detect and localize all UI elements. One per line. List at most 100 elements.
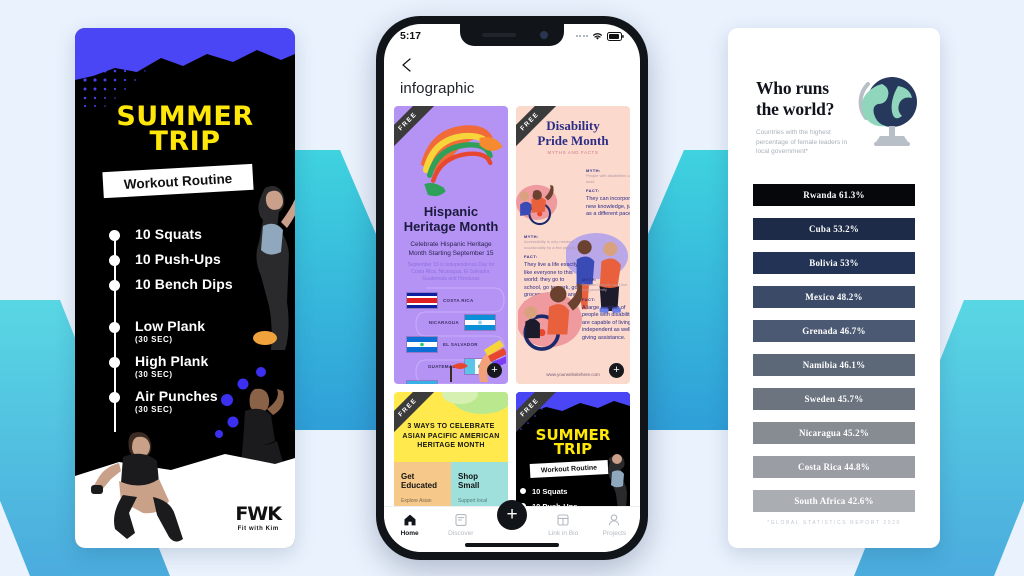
chart-footnote: *GLOBAL STATISTICS REPORT 2020 xyxy=(767,520,901,526)
page-title: infographic xyxy=(400,80,475,97)
tab-label: Home xyxy=(400,530,419,537)
wifi-icon xyxy=(593,32,602,40)
bar-row: Bolivia 53% xyxy=(753,252,915,274)
exercise-item: 10 Squats xyxy=(109,226,289,242)
timeline-dot xyxy=(109,280,120,291)
bar-row: Namibia 46.1% xyxy=(753,354,915,376)
tab-label: Discover xyxy=(448,530,474,537)
timeline-dot xyxy=(109,322,120,333)
exercise-label: Low Plank xyxy=(135,318,206,334)
tab-home[interactable]: Home xyxy=(384,513,435,537)
logo-subtitle: Fit with Kim xyxy=(237,526,279,532)
card-title: 3 WAYS TO CELEBRATE ASIAN PACIFIC AMERIC… xyxy=(402,423,500,449)
fact-text: They can incorporate new knowledge, just… xyxy=(586,196,630,217)
template-card-asian-pacific-heritage[interactable]: FREE 3 WAYS TO CELEBRATE ASIAN PACIFIC A… xyxy=(394,392,508,506)
exercise-label: 10 Bench Dips xyxy=(135,276,233,292)
card-title-line2: Heritage Month xyxy=(403,219,499,234)
fact-label: FACT: xyxy=(524,254,538,259)
bar-row: Grenada 46.7% xyxy=(753,320,915,342)
bar-chart: Rwanda 61.3% Cuba 53.2% Bolivia 53% Mexi… xyxy=(753,184,915,524)
projects-icon xyxy=(609,514,620,526)
battery-icon xyxy=(607,31,624,41)
bar-row: South Africa 42.6% xyxy=(753,490,915,512)
exercise-item: 10 Squats xyxy=(520,487,568,496)
panel-heading: Get Educated xyxy=(401,472,437,490)
tab-link-in-bio[interactable]: Link in Bio xyxy=(538,513,589,537)
brand-logo: FWK Fit with Kim xyxy=(235,503,282,532)
exercise-label: 10 Squats xyxy=(135,226,203,242)
fact-text: A large number of people with disabiliti… xyxy=(582,304,630,341)
back-chevron-icon[interactable] xyxy=(398,56,416,74)
discover-icon xyxy=(455,514,467,526)
myth-fact-block: MYTH: People with disabilities can't wor… xyxy=(586,168,630,219)
card-subtitle: MYTHS AND FACTS xyxy=(547,150,599,155)
panel-heading: Shop Small xyxy=(458,472,479,490)
bar-row: Costa Rica 44.8% xyxy=(753,456,915,478)
athlete-photo xyxy=(608,454,627,506)
exercise-item: Low Plank (30 SEC) xyxy=(109,318,289,344)
phone-screen[interactable]: 5:17 infographic FREE Hispanic Heritage … xyxy=(384,24,640,552)
myth-fact-block: MYTH: Disabled people can't live indepen… xyxy=(582,277,630,343)
myth-text: People with disabilities can't work xyxy=(586,173,630,184)
exercise-item: 10 Push-Ups xyxy=(109,251,289,267)
poster-badge: Workout Routine xyxy=(102,163,254,199)
poster-title-line2: TRIP xyxy=(149,126,221,157)
exercise-item: 10 Bench Dips xyxy=(109,276,289,292)
bar-row: Nicaragua 45.2% xyxy=(753,422,915,444)
panel-shop-small: Shop Small Support local xyxy=(451,462,508,506)
flag-nicaragua xyxy=(464,313,496,331)
create-new-button[interactable]: + xyxy=(497,500,527,530)
globe-icon xyxy=(858,77,917,146)
flag-row: COSTA RICA xyxy=(406,291,496,309)
timeline-dot xyxy=(109,255,120,266)
status-time: 5:17 xyxy=(400,30,422,42)
exercise-item: High Plank (30 SEC) xyxy=(109,353,289,379)
add-to-project-button[interactable]: + xyxy=(609,363,624,378)
card-title-line1: Hispanic xyxy=(423,204,479,219)
athlete-photo-foreground xyxy=(91,432,183,542)
card-badge: Workout Routine xyxy=(529,459,609,479)
myth-text: Accessibility is only needed occasionall… xyxy=(524,239,575,250)
timeline-dot xyxy=(109,230,120,241)
exercise-duration: (30 SEC) xyxy=(135,370,173,379)
exercise-duration: (30 SEC) xyxy=(135,335,173,344)
logo-mark: FWK xyxy=(235,503,282,525)
card-title-line2: Pride Month xyxy=(537,133,609,148)
timeline-dot xyxy=(520,488,526,494)
fact-label: FACT: xyxy=(582,296,596,302)
tab-label: Link in Bio xyxy=(548,530,579,537)
left-poster-summer-trip[interactable]: SUMMER TRIP Workout Routine 10 Squats 10… xyxy=(75,28,295,548)
tab-discover[interactable]: Discover xyxy=(435,513,486,537)
panel-subtext: Support local xyxy=(458,498,488,504)
right-poster-who-runs-the-world[interactable]: Who runs the world? Countries with the h… xyxy=(728,28,940,548)
template-grid: FREE Hispanic Heritage Month Celebrate H… xyxy=(394,106,630,506)
bar-row: Rwanda 61.3% xyxy=(753,184,915,206)
tab-label: Projects xyxy=(602,530,627,537)
flag-el-salvador xyxy=(406,335,438,353)
composition-stage: SUMMER TRIP Workout Routine 10 Squats 10… xyxy=(0,0,1024,576)
flag-honduras xyxy=(406,379,438,384)
template-card-summer-trip[interactable]: FREE SUMMER TRIP Workout Routine 10 Squa… xyxy=(516,392,630,506)
wheelchair-illustration-2 xyxy=(518,283,582,351)
exercise-label: 10 Squats xyxy=(532,487,568,496)
template-card-disability-pride[interactable]: FREE Disability Pride Month MYTHS AND FA… xyxy=(516,106,630,384)
status-bar: 5:17 xyxy=(384,24,640,48)
template-card-hispanic-heritage[interactable]: FREE Hispanic Heritage Month Celebrate H… xyxy=(394,106,508,384)
timeline-dot xyxy=(109,392,120,403)
add-to-project-button[interactable]: + xyxy=(487,363,502,378)
flag-label: COSTA RICA xyxy=(443,297,474,303)
home-icon xyxy=(404,514,416,526)
green-blob-decoration xyxy=(442,392,508,414)
tab-projects[interactable]: Projects xyxy=(589,513,640,537)
exercise-label: 10 Push-Ups xyxy=(135,251,221,267)
bar-row: Cuba 53.2% xyxy=(753,218,915,240)
flag-row: NICARAGUA xyxy=(406,313,496,331)
panel-heading-line1: Get xyxy=(401,472,415,481)
signal-dots-icon xyxy=(575,35,588,37)
flag-costa-rica xyxy=(406,291,438,309)
list-gap xyxy=(109,301,289,318)
card-title: Hispanic Heritage Month xyxy=(394,204,508,234)
panel-heading-line1: Shop xyxy=(458,472,478,481)
exercise-label: High Plank xyxy=(135,353,209,369)
panel-get-educated: Get Educated Explore Asian xyxy=(394,462,451,506)
